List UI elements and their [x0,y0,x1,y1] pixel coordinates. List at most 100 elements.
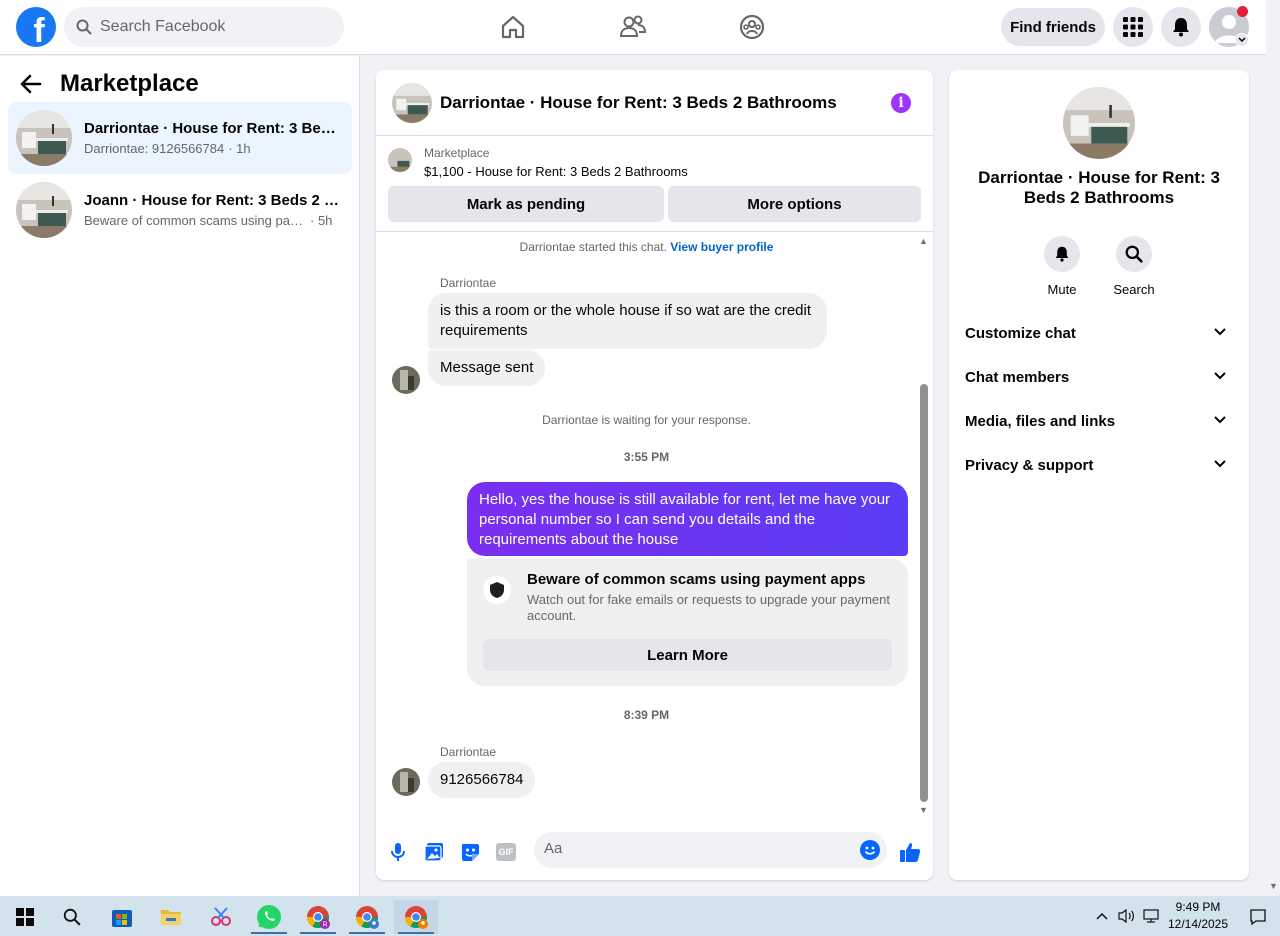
message-composer: GIF [376,826,933,880]
section-chat-members[interactable]: Chat members [957,357,1241,397]
windows-taskbar: R 9:49 PM 12/14/2025 [0,896,1280,936]
home-icon[interactable] [498,12,528,42]
sticker-icon[interactable] [458,840,482,864]
warning-title: Beware of common scams using payment app… [527,571,866,588]
warning-body: Watch out for fake emails or requests to… [527,592,890,623]
network-icon[interactable] [1142,908,1160,924]
back-arrow-icon[interactable] [20,74,42,94]
details-listing-thumbnail[interactable] [1063,87,1135,159]
top-navigation-bar: f Find friends [0,0,1266,55]
listing-banner: Marketplace $1,100 - House for Rent: 3 B… [376,136,933,232]
section-media-files-links[interactable]: Media, files and links [957,401,1241,441]
photo-icon[interactable] [422,840,446,864]
shield-icon [483,576,511,604]
grid-icon [1123,17,1143,37]
sender-avatar[interactable] [392,366,420,394]
search-icon[interactable] [1116,236,1152,272]
chrome-profile-r-icon[interactable]: R [296,900,340,934]
search-icon [76,19,92,35]
conversation-time: · 5h [310,213,333,228]
section-customize-chat[interactable]: Customize chat [957,313,1241,353]
chat-panel: Darriontae · House for Rent: 3 Beds 2 Ba… [376,70,933,880]
conversation-time: · 1h [228,141,251,156]
conversation-title: Joann · House for Rent: 3 Beds 2 Bathroo… [84,192,344,209]
friends-icon[interactable] [618,12,648,42]
chat-title[interactable]: Darriontae · House for Rent: 3 Beds 2 Ba… [440,93,837,113]
page-scroll-down-icon[interactable]: ▼ [1269,881,1278,891]
marketplace-sidebar: Marketplace Darriontae · House for Rent:… [0,56,360,896]
menu-grid-button[interactable] [1113,7,1153,47]
facebook-logo-icon[interactable]: f [16,7,56,47]
listing-small-thumbnail[interactable] [388,148,412,172]
account-avatar[interactable] [1209,6,1249,47]
message-input-container[interactable] [534,832,887,868]
notification-dot [1237,6,1248,17]
message-list: Darriontae started this chat. View buyer… [376,233,933,825]
snipping-tool-icon[interactable] [199,900,243,934]
groups-icon[interactable] [737,12,767,42]
timestamp: 3:55 PM [623,450,670,464]
notifications-button[interactable] [1161,7,1201,47]
taskbar-search-icon[interactable] [50,900,94,934]
info-icon[interactable]: i [891,93,911,113]
chrome-active-profile-icon[interactable] [394,900,438,934]
mute-action[interactable]: Mute [1032,236,1092,297]
taskbar-clock[interactable]: 9:49 PM 12/14/2025 [1160,899,1236,933]
mute-label: Mute [1047,282,1077,297]
thumbs-up-icon[interactable] [898,840,922,864]
microsoft-store-icon[interactable] [100,900,144,934]
scroll-up-arrow-icon[interactable]: ▲ [919,236,928,246]
file-explorer-icon[interactable] [149,900,193,934]
microphone-icon[interactable] [386,840,410,864]
chevron-up-icon[interactable] [1094,908,1110,924]
waiting-notice: Darriontae is waiting for your response. [542,413,751,427]
chat-listing-thumbnail[interactable] [392,82,432,123]
emoji-icon[interactable] [860,840,880,860]
svg-text:R: R [322,922,327,929]
search-action[interactable]: Search [1104,236,1164,297]
page-scrollbar[interactable]: ▼ [1266,0,1280,896]
message-input[interactable] [544,840,844,857]
view-buyer-profile-link[interactable]: View buyer profile [670,240,773,254]
conversation-title: Darriontae · House for Rent: 3 Beds 2 Ba… [84,120,344,137]
section-privacy-support[interactable]: Privacy & support [957,445,1241,485]
gif-label: GIF [496,843,516,861]
search-bar[interactable] [64,7,344,47]
chat-details-panel: Darriontae · House for Rent: 3 Beds 2 Ba… [949,70,1249,880]
outgoing-message[interactable]: Hello, yes the house is still available … [467,482,908,556]
bell-icon[interactable] [1044,236,1080,272]
conversation-item-joann[interactable]: Joann · House for Rent: 3 Beds 2 Bathroo… [8,174,352,246]
sender-name: Darriontae [440,276,497,290]
sender-avatar[interactable] [392,768,420,796]
learn-more-button[interactable]: Learn More [483,639,892,671]
listing-thumbnail [16,182,72,238]
whatsapp-icon[interactable] [247,900,291,934]
listing-price[interactable]: $1,100 - House for Rent: 3 Beds 2 Bathro… [424,164,688,179]
chrome-icon[interactable] [345,900,389,934]
account-chevron-icon [1235,33,1249,47]
incoming-message[interactable]: is this a room or the whole house if so … [428,293,827,349]
section-label: Privacy & support [965,456,1094,474]
scam-warning-card: Beware of common scams using payment app… [467,558,908,686]
notification-center-icon[interactable] [1236,900,1280,934]
search-label: Search [1113,282,1155,297]
incoming-message[interactable]: Message sent [428,350,546,386]
windows-start-icon[interactable] [3,900,47,934]
chat-scrollbar-thumb[interactable] [920,384,928,802]
mark-as-pending-button[interactable]: Mark as pending [388,186,664,222]
clock-date: 12/14/2025 [1167,917,1229,931]
conversation-item-darriontae[interactable]: Darriontae · House for Rent: 3 Beds 2 Ba… [8,102,352,174]
search-input[interactable] [100,18,320,36]
bell-icon [1173,18,1189,37]
chevron-down-icon [1214,372,1226,380]
find-friends-button[interactable]: Find friends [1001,8,1105,46]
section-label: Customize chat [965,324,1076,342]
system-tray [1094,896,1160,936]
gif-icon[interactable]: GIF [494,840,518,864]
volume-icon[interactable] [1118,908,1136,924]
incoming-message[interactable]: 9126566784 [428,762,536,798]
clock-time: 9:49 PM [1175,900,1221,914]
scroll-down-arrow-icon[interactable]: ▼ [919,805,928,815]
conversation-preview: Beware of common scams using payment app… [84,213,306,228]
more-options-button[interactable]: More options [668,186,921,222]
